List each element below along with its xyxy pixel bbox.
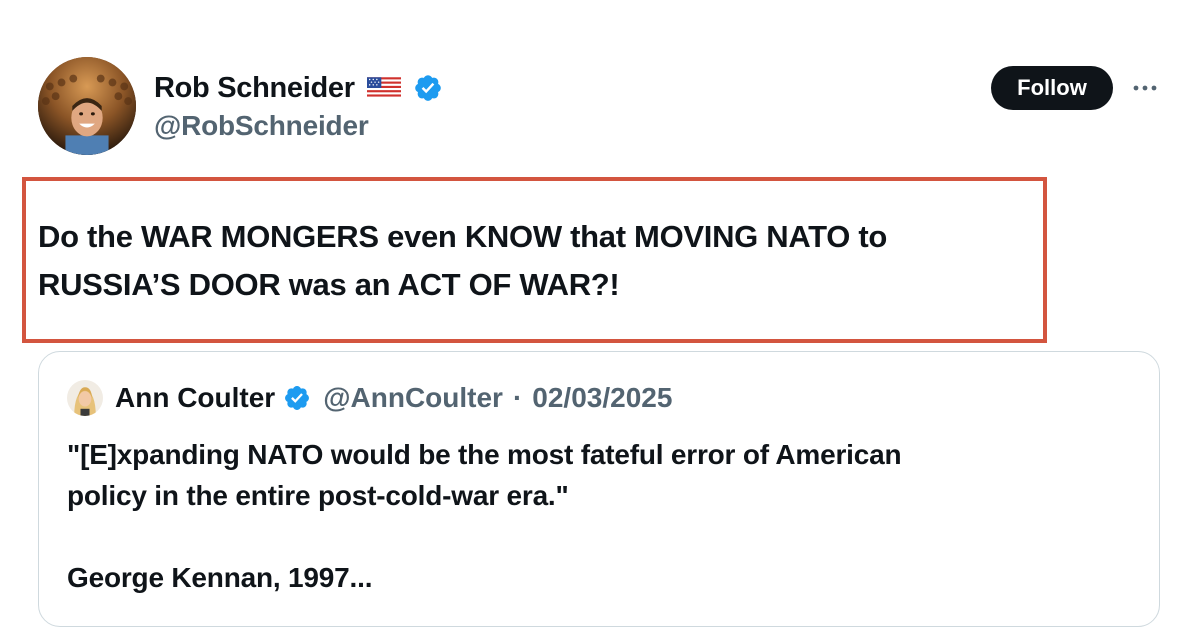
follow-button[interactable]: Follow [991, 66, 1113, 110]
author-handle[interactable]: @RobSchneider [154, 110, 369, 142]
quoted-avatar-image [67, 380, 103, 416]
verified-badge-icon [285, 386, 310, 410]
verified-badge-icon [414, 75, 441, 101]
quoted-tweet-header: Ann Coulter @AnnCoulter · 02/03/2025 [67, 378, 672, 418]
quoted-tweet-card[interactable]: Ann Coulter @AnnCoulter · 02/03/2025 "[E… [38, 351, 1160, 627]
quoted-tweet-date[interactable]: 02/03/2025 [532, 382, 672, 414]
quoted-author-handle[interactable]: @AnnCoulter [323, 382, 503, 414]
more-dots-icon[interactable] [1130, 78, 1160, 98]
quoted-author-name[interactable]: Ann Coulter [115, 382, 275, 414]
author-display-name[interactable]: Rob Schneider [154, 72, 355, 105]
author-name-row: Rob Schneider [154, 70, 443, 106]
tweet: Rob Schneider @RobSchneider Follow Do th… [0, 0, 1200, 636]
us-flag-icon [366, 77, 401, 99]
tweet-text: Do the WAR MONGERS even KNOW that MOVING… [38, 219, 888, 302]
quoted-author-avatar[interactable] [67, 380, 103, 416]
meta-separator: · [512, 382, 523, 413]
author-avatar[interactable] [38, 57, 136, 155]
avatar-image [38, 57, 136, 155]
quoted-tweet-text: "[E]xpanding NATO would be the most fate… [67, 439, 902, 593]
